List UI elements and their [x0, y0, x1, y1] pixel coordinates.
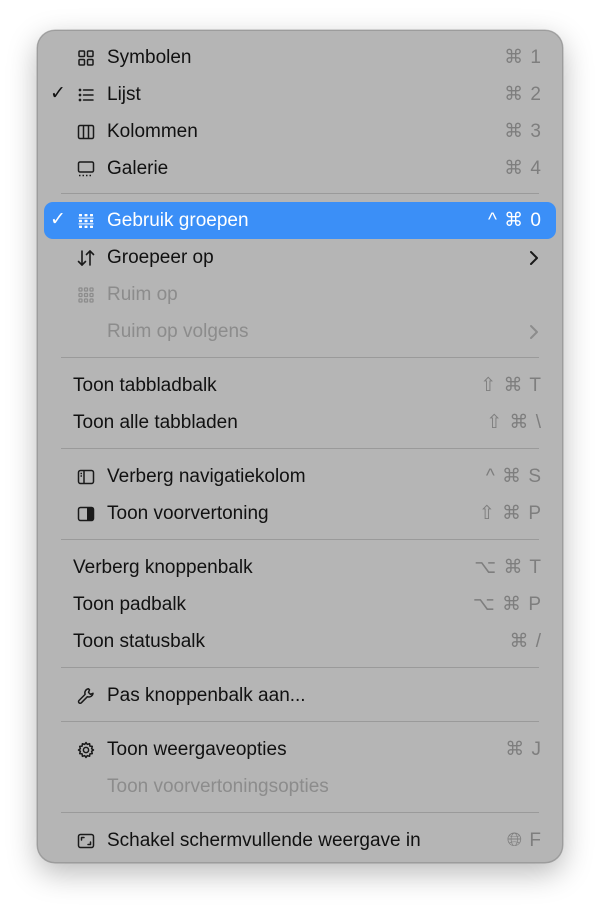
shortcut: ^ ⌘ S — [485, 466, 542, 487]
shortcut: ⇧ ⌘ \ — [486, 412, 542, 433]
menu-item-schermvullende-weergave[interactable]: Schakel schermvullende weergave in 🌐︎ F — [44, 822, 556, 859]
menu-item-label: Toon statusbalk — [73, 631, 206, 652]
menu-item-ruim-op-volgens: Ruim op volgens — [44, 313, 556, 350]
menu-item-gebruik-groepen[interactable]: ✓ Gebruik groepen ^ ⌘ 0 — [44, 202, 556, 239]
menu-item-kolommen[interactable]: Kolommen ⌘ 3 — [44, 113, 556, 150]
shortcut: ⇧ ⌘ T — [480, 375, 542, 396]
menu-item-label: Ruim op volgens — [107, 321, 249, 342]
tidy-grid-icon — [76, 285, 96, 305]
shortcut: 🌐︎ F — [506, 830, 542, 851]
separator — [61, 667, 539, 668]
gallery-icon — [76, 159, 96, 179]
menu-item-verberg-knoppenbalk[interactable]: Verberg knoppenbalk ⌥ ⌘ T — [44, 549, 556, 586]
shortcut: ⌘ J — [505, 739, 542, 760]
menu-item-label: Toon tabbladbalk — [73, 375, 217, 396]
shortcut: ⌘ / — [509, 631, 542, 652]
menu-item-toon-weergaveopties[interactable]: Toon weergaveopties ⌘ J — [44, 731, 556, 768]
separator — [61, 448, 539, 449]
preview-pane-icon — [76, 504, 96, 524]
separator — [61, 721, 539, 722]
menu-item-groepeer-op[interactable]: Groepeer op — [44, 239, 556, 276]
menu-item-label: Schakel schermvullende weergave in — [107, 830, 421, 851]
menu-item-label: Ruim op — [107, 284, 178, 305]
menu-item-label: Toon padbalk — [73, 594, 187, 615]
menu-item-label: Kolommen — [107, 121, 198, 142]
shortcut: ⌘ 4 — [504, 158, 542, 179]
checkmark-icon: ✓ — [50, 209, 66, 230]
menu-item-toon-voorvertoning[interactable]: Toon voorvertoning ⇧ ⌘ P — [44, 495, 556, 532]
menu-item-label: Verberg navigatiekolom — [107, 466, 306, 487]
separator — [61, 357, 539, 358]
columns-icon — [76, 122, 96, 142]
menu-item-toon-padbalk[interactable]: Toon padbalk ⌥ ⌘ P — [44, 586, 556, 623]
shortcut: ⌘ 1 — [504, 47, 542, 68]
fullscreen-icon — [76, 831, 96, 851]
grid-icon — [76, 48, 96, 68]
menu-item-symbolen[interactable]: Symbolen ⌘ 1 — [44, 39, 556, 76]
menu-item-label: Gebruik groepen — [107, 210, 249, 231]
shortcut: ⌥ ⌘ T — [474, 557, 542, 578]
menu-item-label: Symbolen — [107, 47, 192, 68]
menu-item-label: Toon alle tabbladen — [73, 412, 238, 433]
shortcut: ⌥ ⌘ P — [472, 594, 542, 615]
gear-icon — [76, 740, 96, 760]
menu-item-toon-alle-tabbladen[interactable]: Toon alle tabbladen ⇧ ⌘ \ — [44, 404, 556, 441]
view-menu: Symbolen ⌘ 1 ✓ Lijst ⌘ 2 Kolommen ⌘ 3 Ga… — [37, 30, 563, 863]
menu-item-label: Toon voorvertoning — [107, 503, 269, 524]
menu-item-label: Lijst — [107, 84, 141, 105]
checkmark-icon: ✓ — [50, 83, 66, 104]
shortcut: ^ ⌘ 0 — [487, 210, 542, 231]
menu-item-verberg-navigatiekolom[interactable]: Verberg navigatiekolom ^ ⌘ S — [44, 458, 556, 495]
menu-item-toon-voorvertoningsopties: Toon voorvertoningsopties — [44, 768, 556, 805]
wrench-icon — [76, 686, 96, 706]
shortcut: ⌘ 3 — [504, 121, 542, 142]
menu-item-pas-knoppenbalk-aan[interactable]: Pas knoppenbalk aan... — [44, 677, 556, 714]
chevron-right-icon — [528, 248, 540, 268]
menu-item-toon-tabbladbalk[interactable]: Toon tabbladbalk ⇧ ⌘ T — [44, 367, 556, 404]
groups-icon — [76, 211, 96, 231]
separator — [61, 812, 539, 813]
sort-arrows-icon — [76, 248, 96, 268]
menu-item-label: Pas knoppenbalk aan... — [107, 685, 306, 706]
menu-item-galerie[interactable]: Galerie ⌘ 4 — [44, 150, 556, 187]
sidebar-icon — [76, 467, 96, 487]
menu-item-ruim-op: Ruim op — [44, 276, 556, 313]
menu-item-label: Groepeer op — [107, 247, 214, 268]
shortcut: ⌘ 2 — [504, 84, 542, 105]
list-icon — [76, 85, 96, 105]
menu-item-toon-statusbalk[interactable]: Toon statusbalk ⌘ / — [44, 623, 556, 660]
shortcut: ⇧ ⌘ P — [478, 503, 542, 524]
menu-item-label: Toon weergaveopties — [107, 739, 287, 760]
menu-item-lijst[interactable]: ✓ Lijst ⌘ 2 — [44, 76, 556, 113]
separator — [61, 539, 539, 540]
menu-item-label: Toon voorvertoningsopties — [107, 776, 329, 797]
separator — [61, 193, 539, 194]
chevron-right-icon — [528, 322, 540, 342]
menu-item-label: Verberg knoppenbalk — [73, 557, 253, 578]
menu-item-label: Galerie — [107, 158, 169, 179]
